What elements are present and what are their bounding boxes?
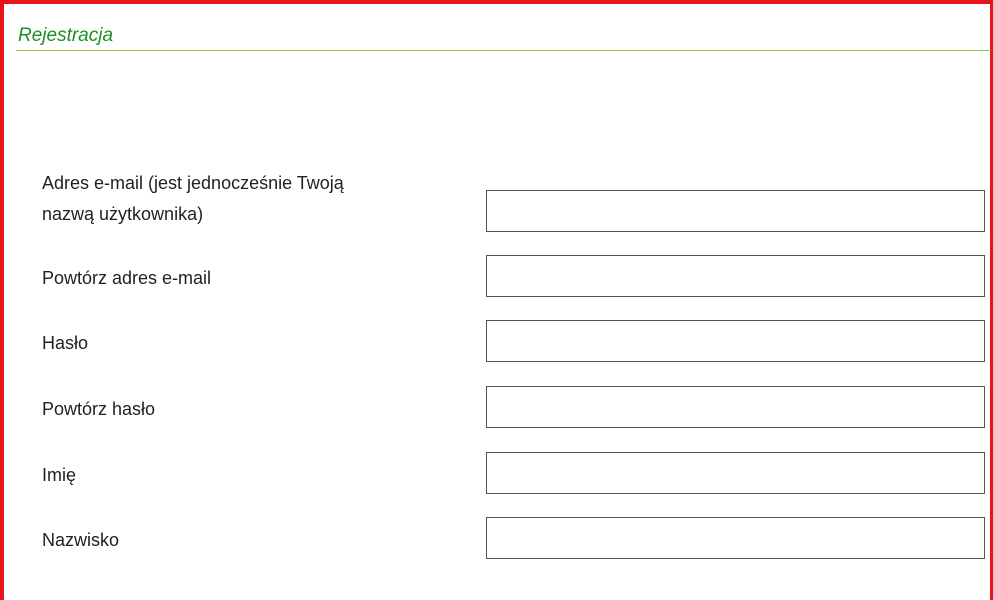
repeat-email-input[interactable] (486, 255, 985, 297)
last-name-input[interactable] (486, 517, 985, 559)
section-title: Rejestracja (18, 25, 114, 46)
last-name-label: Nazwisko (42, 530, 120, 550)
email-label: Adres e-mail (jest jednocześnie Twoją na… (42, 168, 462, 230)
repeat-password-input[interactable] (486, 386, 985, 428)
email-label-line2: nazwą użytkownika) (42, 204, 204, 224)
section-divider (16, 50, 991, 51)
password-label: Hasło (42, 333, 89, 353)
email-label-line1: Adres e-mail (jest jednocześnie Twoją (42, 173, 344, 193)
password-input[interactable] (486, 320, 985, 362)
repeat-password-label: Powtórz hasło (42, 399, 156, 419)
repeat-email-label: Powtórz adres e-mail (42, 268, 212, 288)
registration-panel: Rejestracja Adres e-mail (jest jednocześ… (0, 0, 993, 600)
email-input[interactable] (486, 190, 985, 232)
first-name-input[interactable] (486, 452, 985, 494)
first-name-label: Imię (42, 465, 77, 485)
